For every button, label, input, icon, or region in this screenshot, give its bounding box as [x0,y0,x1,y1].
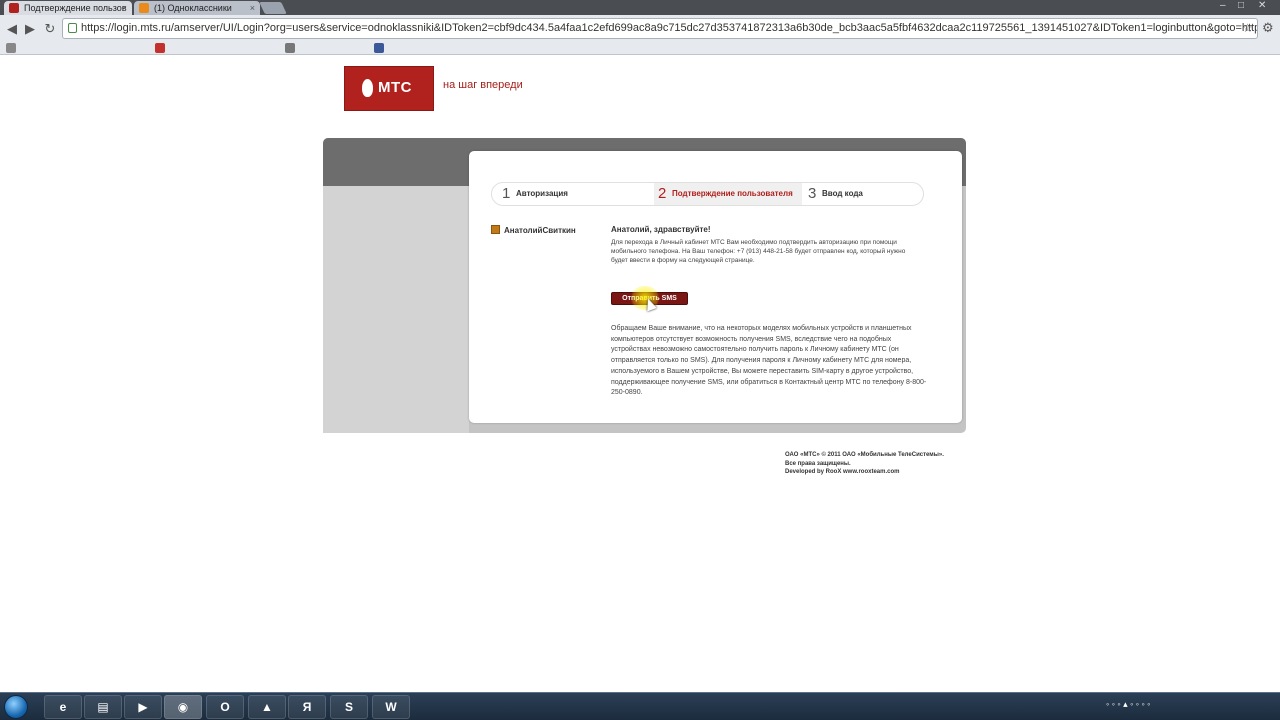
close-icon[interactable]: × [250,1,255,15]
address-bar[interactable]: https://login.mts.ru/amserver/UI/Login?o… [62,18,1258,39]
url-text: https://login.mts.ru/amserver/UI/Login?o… [81,22,1258,34]
mts-logo[interactable]: МТС [344,66,434,111]
tab-label: (1) Одноклассники [154,3,232,13]
copyright-line: ОАО «МТС» © 2011 ОАО «Мобильные ТелеСист… [785,452,944,458]
minimize-icon[interactable]: – [1220,0,1226,12]
step-label: Подтверждение пользователя [672,189,793,198]
step-number: 1 [502,185,511,202]
chrome-icon[interactable]: ◉ [164,695,202,719]
skype-icon[interactable]: S [330,695,368,719]
rights-line: Все права защищены. [785,460,851,467]
opera-icon[interactable]: O [206,695,244,719]
step-code-entry: 3 Ввод кода [808,183,918,205]
media-icon[interactable]: ▶ [124,695,162,719]
steps-bar: 1 Авторизация 2 Подтверждение пользовате… [491,182,924,206]
app-icon[interactable]: ▲ [248,695,286,719]
forward-arrow-icon[interactable]: ▶ [22,21,38,37]
word-icon[interactable]: W [372,695,410,719]
mts-egg-icon [362,79,373,97]
notice-text: Обращаем Ваше внимание, что на некоторых… [611,325,927,397]
yandex-icon[interactable]: Я [288,695,326,719]
step-label: Авторизация [516,189,568,198]
odnoklassniki-favicon-icon [139,3,149,13]
step-authorization: 1 Авторизация [502,183,652,205]
user-icon [491,225,500,234]
browser-toolbar: ◀ ▶ ↻ https://login.mts.ru/amserver/UI/L… [0,15,1280,42]
star-icon[interactable]: ☆ [1242,19,1253,38]
bookmarks-bar [0,42,1280,55]
system-tray: ◦ ◦ ◦ ▴ ◦ ◦ ◦ ◦ [1100,699,1280,715]
explorer-icon[interactable]: ▤ [84,695,122,719]
facebook-icon[interactable] [374,43,384,53]
reload-icon[interactable]: ↻ [42,21,58,37]
step-number: 2 [658,185,667,202]
apps-icon[interactable] [6,43,16,53]
start-button[interactable] [4,695,28,719]
mts-favicon-icon [9,3,19,13]
browser-tabstrip: Подтверждение пользов × (1) Одноклассник… [0,0,1280,15]
tab-active[interactable]: Подтверждение пользов × [4,1,132,15]
ie-icon[interactable]: e [44,695,82,719]
back-arrow-icon[interactable]: ◀ [4,21,20,37]
slogan: на шаг впереди [443,79,523,91]
lock-icon [68,23,77,33]
user-name: АнатолийСвиткин [504,226,576,235]
bookmark-icon[interactable] [285,43,295,53]
left-column [323,186,469,433]
developer-line[interactable]: Developed by RooX www.rooxteam.com [785,468,975,477]
tab-inactive[interactable]: (1) Одноклассники × [134,1,260,15]
copyright: ОАО «МТС» © 2011 ОАО «Мобильные ТелеСист… [785,451,975,477]
window-close-icon[interactable]: ✕ [1258,0,1266,12]
step-label: Ввод кода [822,189,863,198]
new-tab-button[interactable] [259,2,287,14]
screen: Подтверждение пользов × (1) Одноклассник… [0,0,1280,720]
wrench-icon[interactable]: ⚙ [1262,20,1274,36]
tray-icons[interactable]: ◦ ◦ ◦ ▴ ◦ ◦ ◦ ◦ [1106,699,1150,710]
step-user-confirmation: 2 Подтверждение пользователя [654,183,802,205]
intro-text: Для перехода в Личный кабинет МТС Вам не… [611,239,906,264]
logo-text: МТС [378,79,412,96]
greeting: Анатолий, здравствуйте! [611,225,711,234]
close-icon[interactable]: × [122,1,127,15]
taskbar: e ▤ ▶ ◉ O ▲ Я S W ◦ ◦ ◦ ▴ ◦ ◦ ◦ ◦ [0,692,1280,720]
maximize-icon[interactable]: □ [1238,0,1244,12]
step-number: 3 [808,185,817,202]
youtube-icon[interactable] [155,43,165,53]
tab-label: Подтверждение пользов [24,3,127,13]
